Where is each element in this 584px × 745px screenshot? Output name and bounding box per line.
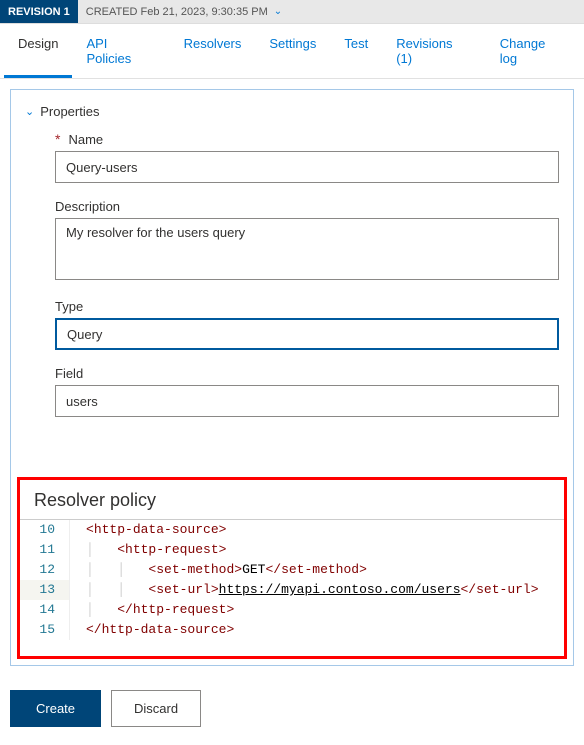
code-line: 12 │ │ <set-method>GET</set-method> (20, 560, 564, 580)
tab-api-policies[interactable]: API Policies (72, 24, 169, 78)
field-input[interactable] (55, 385, 559, 417)
discard-button[interactable]: Discard (111, 690, 201, 727)
main-panel: ⌄ Properties * Name Description Type Fie… (10, 89, 574, 666)
tab-revisions[interactable]: Revisions (1) (382, 24, 486, 78)
line-number: 12 (20, 560, 70, 580)
resolver-highlight-box: Resolver policy 10 <http-data-source> 11… (17, 477, 567, 659)
chevron-down-icon: ⌄ (25, 105, 34, 118)
type-row: Type (11, 297, 573, 364)
tab-settings[interactable]: Settings (255, 24, 330, 78)
code-line: 14 │ </http-request> (20, 600, 564, 620)
name-label: Name (68, 132, 103, 147)
field-row: Field (11, 364, 573, 477)
revision-badge: REVISION 1 (0, 0, 78, 23)
code-editor[interactable]: 10 <http-data-source> 11 │ <http-request… (20, 519, 564, 640)
code-line: 10 <http-data-source> (20, 520, 564, 540)
chevron-down-icon: ⌄ (274, 6, 282, 17)
code-line: 11 │ <http-request> (20, 540, 564, 560)
footer-actions: Create Discard (0, 672, 584, 745)
resolver-policy-title: Resolver policy (20, 484, 564, 519)
properties-header[interactable]: ⌄ Properties (11, 100, 573, 129)
field-label: Field (55, 366, 83, 381)
create-button[interactable]: Create (10, 690, 101, 727)
type-input[interactable] (55, 318, 559, 350)
code-line: 13 │ │ <set-url>https://myapi.contoso.co… (20, 580, 564, 600)
line-number: 14 (20, 600, 70, 620)
required-asterisk: * (55, 131, 60, 147)
revision-bar: REVISION 1 CREATED Feb 21, 2023, 9:30:35… (0, 0, 584, 24)
tab-design[interactable]: Design (4, 24, 72, 78)
line-number: 11 (20, 540, 70, 560)
description-label: Description (55, 199, 120, 214)
line-number: 15 (20, 620, 70, 640)
tab-changelog[interactable]: Change log (486, 24, 580, 78)
tab-resolvers[interactable]: Resolvers (170, 24, 256, 78)
created-timestamp[interactable]: CREATED Feb 21, 2023, 9:30:35 PM ⌄ (78, 6, 282, 18)
line-number: 13 (20, 580, 70, 600)
name-row: * Name (11, 129, 573, 197)
type-label: Type (55, 299, 83, 314)
tab-test[interactable]: Test (330, 24, 382, 78)
name-input[interactable] (55, 151, 559, 183)
description-input[interactable] (55, 218, 559, 280)
line-number: 10 (20, 520, 70, 540)
created-text: CREATED Feb 21, 2023, 9:30:35 PM (86, 6, 268, 18)
tabs-bar: Design API Policies Resolvers Settings T… (0, 24, 584, 79)
properties-label: Properties (40, 104, 99, 119)
code-line: 15 </http-data-source> (20, 620, 564, 640)
description-row: Description (11, 197, 573, 297)
